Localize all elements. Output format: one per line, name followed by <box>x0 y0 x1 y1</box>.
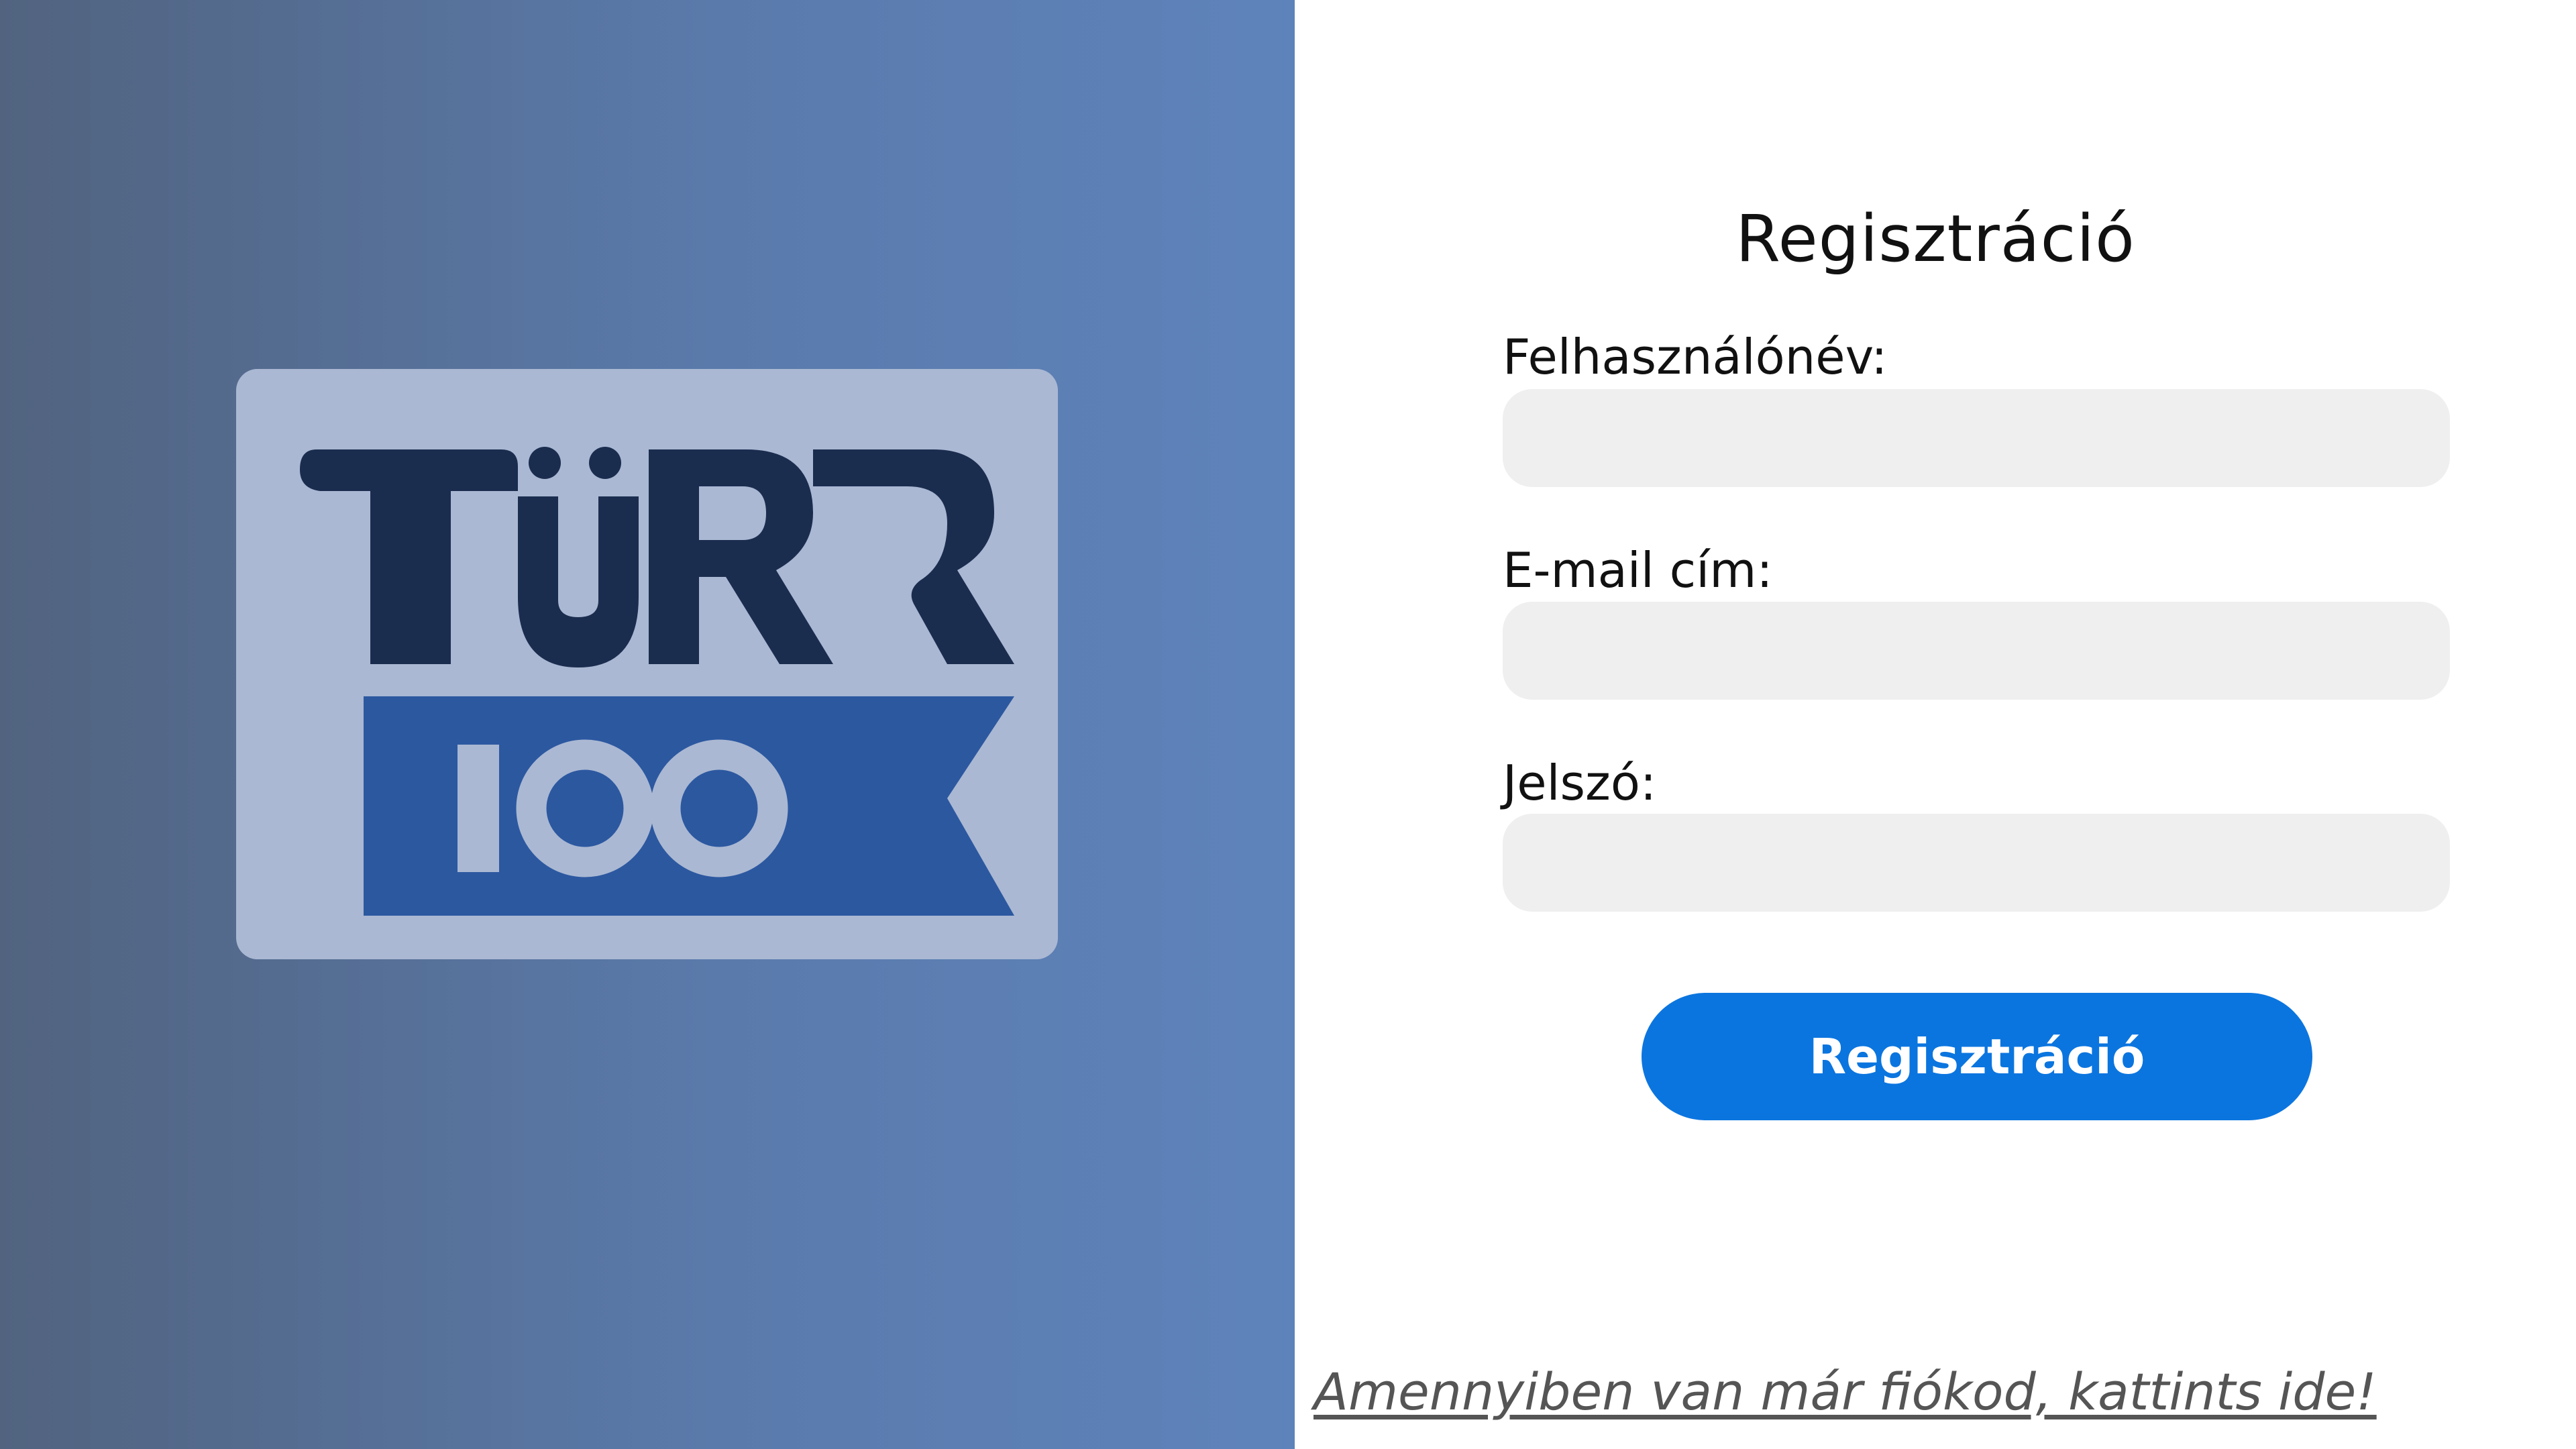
logo-graphic <box>300 447 1014 916</box>
username-label: Felhasználónév: <box>1503 329 1888 385</box>
login-link[interactable]: Amennyiben van már fiókod, kattints ide! <box>1313 1362 2377 1421</box>
password-label: Jelszó: <box>1503 755 1657 811</box>
email-label: E-mail cím: <box>1503 542 1773 598</box>
register-button[interactable]: Regisztráció <box>1642 993 2312 1120</box>
registration-form-panel: Regisztráció Felhasználónév: E-mail cím:… <box>1295 0 2576 1449</box>
turr-100-logo <box>236 369 1058 959</box>
email-input[interactable] <box>1503 602 2450 700</box>
page-title: Regisztráció <box>1735 201 2135 276</box>
username-input[interactable] <box>1503 389 2450 487</box>
registration-page: Regisztráció Felhasználónév: E-mail cím:… <box>0 0 2576 1449</box>
password-input[interactable] <box>1503 814 2450 912</box>
brand-panel <box>0 0 1295 1449</box>
